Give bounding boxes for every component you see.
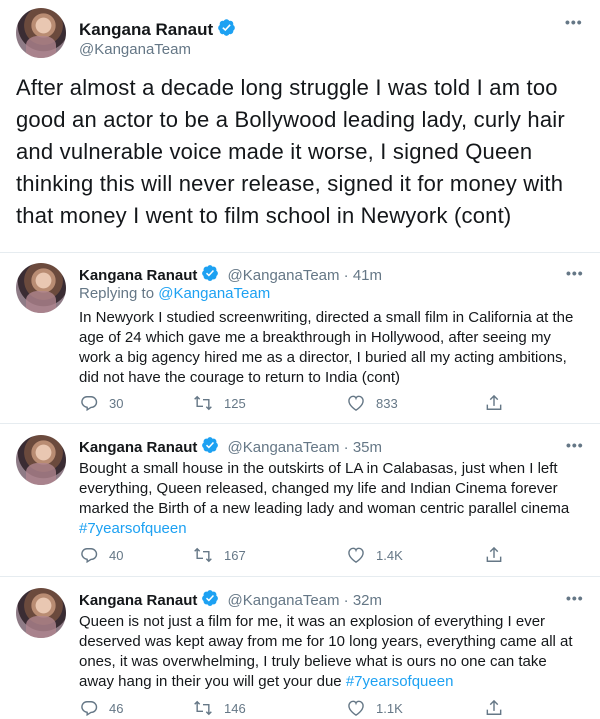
- like-button[interactable]: 1.1K: [346, 698, 403, 718]
- verified-badge-icon: [217, 18, 236, 42]
- heart-icon: [348, 547, 364, 563]
- verified-badge-icon: [201, 589, 219, 611]
- retweet-button[interactable]: 146: [192, 698, 246, 718]
- separator: ·: [339, 267, 353, 284]
- author-handle[interactable]: @KanganaTeam: [228, 267, 340, 284]
- share-icon: [486, 394, 502, 410]
- more-horizontal-icon[interactable]: •••: [566, 590, 584, 606]
- main-tweet-header: Kangana Ranaut @KanganaTeam •••: [16, 8, 586, 68]
- author-name[interactable]: Kangana Ranaut: [79, 267, 197, 284]
- like-button[interactable]: 1.4K: [346, 545, 403, 565]
- divider: [0, 423, 600, 424]
- author-name-container[interactable]: Kangana Ranaut: [79, 18, 236, 42]
- author-handle[interactable]: @KanganaTeam: [228, 592, 340, 609]
- retweet-count: 125: [224, 395, 246, 411]
- reply-button[interactable]: 46: [79, 698, 123, 718]
- author-handle[interactable]: @KanganaTeam: [228, 439, 340, 456]
- reply-button[interactable]: 30: [79, 393, 123, 413]
- action-bar: 46 146 1.1K: [79, 698, 519, 718]
- separator: ·: [339, 592, 353, 609]
- divider: [0, 576, 600, 577]
- reply-text: Bought a small house in the outskirts of…: [79, 459, 579, 539]
- author-name[interactable]: Kangana Ranaut: [79, 439, 197, 456]
- replying-to-label: Replying to: [79, 285, 159, 302]
- heart-icon: [348, 700, 364, 716]
- action-bar: 40 167 1.4K: [79, 545, 519, 565]
- retweet-count: 146: [224, 700, 246, 716]
- avatar[interactable]: [16, 8, 66, 58]
- share-icon: [486, 546, 502, 562]
- reply-header: Kangana Ranaut @KanganaTeam · 35m: [79, 436, 382, 458]
- more-horizontal-icon[interactable]: •••: [566, 437, 584, 453]
- like-button[interactable]: 833: [346, 393, 398, 413]
- author-name[interactable]: Kangana Ranaut: [79, 20, 213, 39]
- reply-count: 30: [109, 395, 124, 411]
- timestamp[interactable]: 32m: [353, 592, 382, 609]
- reply-tweet[interactable]: Kangana Ranaut @KanganaTeam · 32m ••• Qu…: [0, 588, 600, 719]
- retweet-count: 167: [224, 547, 246, 563]
- like-count: 1.4K: [376, 547, 403, 563]
- author-name[interactable]: Kangana Ranaut: [79, 592, 197, 609]
- reply-icon: [81, 548, 98, 564]
- reply-header: Kangana Ranaut @KanganaTeam · 41m: [79, 264, 382, 286]
- reply-text-content: In Newyork I studied screenwriting, dire…: [79, 309, 574, 386]
- share-button[interactable]: [484, 698, 504, 718]
- retweet-icon: [194, 547, 212, 563]
- reply-text: In Newyork I studied screenwriting, dire…: [79, 308, 579, 388]
- divider: [0, 252, 600, 253]
- like-count: 833: [376, 395, 398, 411]
- reply-text: Queen is not just a film for me, it was …: [79, 612, 579, 692]
- share-button[interactable]: [484, 545, 504, 565]
- retweet-icon: [194, 395, 212, 411]
- reply-button[interactable]: 40: [79, 545, 123, 565]
- reply-count: 40: [109, 547, 124, 563]
- reply-text-content: Bought a small house in the outskirts of…: [79, 460, 570, 517]
- retweet-button[interactable]: 167: [192, 545, 246, 565]
- verified-badge-icon: [201, 436, 219, 458]
- timestamp[interactable]: 41m: [353, 267, 382, 284]
- avatar[interactable]: [16, 263, 66, 313]
- reply-icon: [81, 701, 98, 717]
- replying-to: Replying to @KanganaTeam: [79, 285, 270, 302]
- share-icon: [486, 699, 502, 715]
- avatar[interactable]: [16, 588, 66, 638]
- action-bar: 30 125 833: [79, 393, 519, 413]
- reply-icon: [81, 396, 98, 412]
- hashtag-link[interactable]: #7yearsofqueen: [346, 673, 454, 690]
- reply-text-content: Queen is not just a film for me, it was …: [79, 613, 573, 690]
- replying-to-link[interactable]: @KanganaTeam: [158, 285, 270, 302]
- reply-header: Kangana Ranaut @KanganaTeam · 32m: [79, 589, 382, 611]
- reply-tweet[interactable]: Kangana Ranaut @KanganaTeam · 35m ••• Bo…: [0, 435, 600, 575]
- reply-tweet[interactable]: Kangana Ranaut @KanganaTeam · 41m ••• Re…: [0, 263, 600, 423]
- retweet-button[interactable]: 125: [192, 393, 246, 413]
- like-count: 1.1K: [376, 700, 403, 716]
- heart-icon: [348, 395, 364, 411]
- author-handle[interactable]: @KanganaTeam: [79, 41, 191, 58]
- hashtag-link[interactable]: #7yearsofqueen: [79, 520, 187, 537]
- share-button[interactable]: [484, 393, 504, 413]
- main-tweet-text: After almost a decade long struggle I wa…: [16, 75, 565, 228]
- retweet-icon: [194, 700, 212, 716]
- verified-badge-icon: [201, 264, 219, 286]
- reply-count: 46: [109, 700, 124, 716]
- more-horizontal-icon[interactable]: •••: [565, 14, 583, 30]
- avatar[interactable]: [16, 435, 66, 485]
- separator: ·: [339, 439, 353, 456]
- more-horizontal-icon[interactable]: •••: [566, 265, 584, 281]
- timestamp[interactable]: 35m: [353, 439, 382, 456]
